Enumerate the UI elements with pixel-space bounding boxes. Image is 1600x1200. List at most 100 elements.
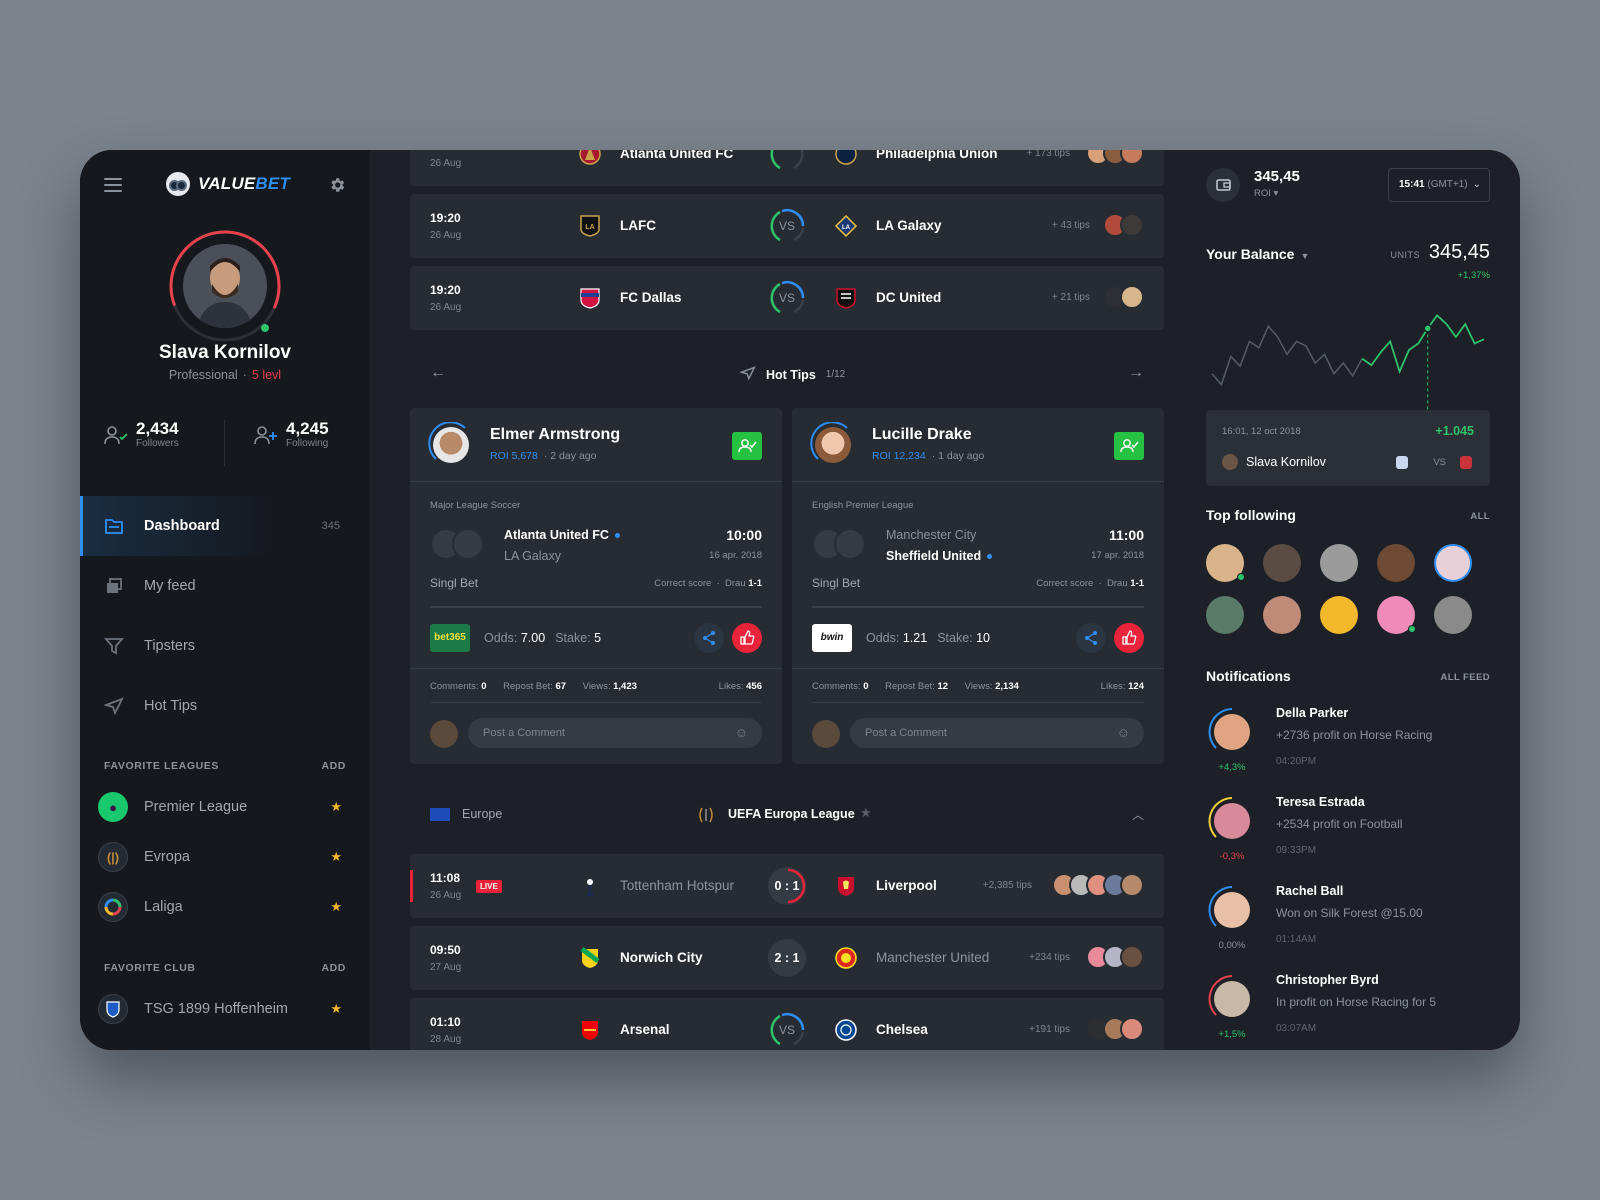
like-button[interactable] <box>732 623 762 653</box>
match-row[interactable]: 26 Aug Atlanta United FC Philadelphia Un… <box>410 150 1164 186</box>
chevron-up-icon[interactable]: ︿ <box>1132 806 1144 823</box>
arrow-left-icon[interactable]: ← <box>430 364 446 382</box>
league-item-laliga[interactable]: Laliga ★ <box>98 890 346 924</box>
star-icon[interactable]: ★ <box>330 849 342 865</box>
share-button[interactable] <box>694 623 724 653</box>
notification-item[interactable]: -0,3% Teresa Estrada +2534 profit on Foo… <box>1206 795 1496 879</box>
emoji-icon[interactable]: ☺ <box>735 718 748 748</box>
home-team: Arsenal <box>620 1022 670 1037</box>
match-row[interactable]: 19:20 26 Aug FC Dallas VS DC United + 21… <box>410 266 1164 330</box>
following-stat[interactable]: 4,245 Following <box>254 420 329 449</box>
online-status-dot <box>261 324 269 332</box>
hot-tips-title: Hot Tips 1/12 <box>739 365 845 384</box>
balance-chart[interactable] <box>1206 290 1490 410</box>
star-icon[interactable]: ★ <box>330 799 342 815</box>
tipster-avatars[interactable] <box>1103 285 1144 309</box>
top-following-all-link[interactable]: ALL <box>1470 511 1490 522</box>
avatar[interactable] <box>1320 596 1358 634</box>
likes: Likes: 124 <box>1101 681 1144 692</box>
club-item-hoffenheim[interactable]: TSG 1899 Hoffenheim ★ <box>98 992 346 1026</box>
eu-flag-icon <box>430 808 450 821</box>
pick-indicator-dot <box>614 533 620 539</box>
tipster-avatars[interactable] <box>1086 1017 1144 1041</box>
avatar[interactable] <box>1434 596 1472 634</box>
followers-stat[interactable]: 2,434 Followers <box>104 420 179 449</box>
following-icon <box>254 425 277 445</box>
balance-dropdown[interactable]: Your Balance ▼ <box>1206 246 1309 262</box>
likes-label: Likes: <box>1100 681 1126 692</box>
comment-input[interactable]: Post a Comment ☺ <box>850 718 1144 748</box>
balance-timestamp: 16:01, 12 oct 2018 <box>1222 426 1301 437</box>
europa-league-icon <box>698 806 714 829</box>
comment-input[interactable]: Post a Comment ☺ <box>468 718 762 748</box>
tipster-avatar[interactable] <box>810 422 856 468</box>
nav-item-tipsters[interactable]: Tipsters <box>80 616 370 676</box>
avatar[interactable] <box>1320 544 1358 582</box>
notification-name: Christopher Byrd <box>1276 973 1379 987</box>
add-club-button[interactable]: ADD <box>321 962 346 974</box>
avatar[interactable] <box>1377 596 1416 634</box>
add-league-button[interactable]: ADD <box>321 760 346 772</box>
match-row[interactable]: 19:20 26 Aug LA LAFC VS LA LA Galaxy + 4… <box>410 194 1164 258</box>
notification-item[interactable]: +1,5% Christopher Byrd In profit on Hors… <box>1206 973 1496 1050</box>
match-crests <box>430 528 484 562</box>
hot-tips-label: Hot Tips <box>766 367 816 382</box>
arrow-right-icon[interactable]: → <box>1128 364 1144 382</box>
chelsea-crest-icon <box>834 1018 858 1042</box>
nav-item-hot-tips[interactable]: Hot Tips <box>80 676 370 736</box>
avatar[interactable] <box>1263 544 1301 582</box>
avatar[interactable] <box>1263 596 1301 634</box>
tips-count: +2,385 tips <box>982 880 1032 891</box>
league-item-evropa[interactable]: (|) Evropa ★ <box>98 840 346 874</box>
avatar[interactable] <box>1206 544 1245 582</box>
gear-icon[interactable] <box>328 176 346 197</box>
avatar[interactable] <box>1206 596 1244 634</box>
emoji-icon[interactable]: ☺ <box>1117 718 1130 748</box>
like-button[interactable] <box>1114 623 1144 653</box>
balance-detail-card[interactable]: 16:01, 12 oct 2018 +1.045 Slava Kornilov… <box>1206 410 1490 486</box>
star-icon[interactable]: ★ <box>330 1001 342 1017</box>
match-row-live[interactable]: 11:08 26 Aug LIVE Tottenham Hotspur 0 : … <box>410 854 1164 918</box>
notification-item[interactable]: 0,00% Rachel Ball Won on Silk Forest @15… <box>1206 884 1496 968</box>
tipster-avatars[interactable] <box>1103 213 1144 237</box>
send-icon <box>103 697 124 716</box>
tipster-avatars[interactable] <box>1086 150 1144 165</box>
nav-item-dashboard[interactable]: Dashboard 345 <box>80 496 370 556</box>
tip-match-time: 11:00 <box>1108 527 1144 543</box>
tipster-name[interactable]: Lucille Drake <box>872 426 972 444</box>
avatar[interactable] <box>1377 544 1415 582</box>
stake-value: 10 <box>976 631 991 645</box>
notification-item[interactable]: +4,3% Della Parker +2736 profit on Horse… <box>1206 706 1496 790</box>
share-button[interactable] <box>1076 623 1106 653</box>
tipster-avatars[interactable] <box>1086 945 1144 969</box>
match-row[interactable]: 01:10 28 Aug Arsenal VS Chelsea +191 tip… <box>410 998 1164 1050</box>
follow-button[interactable] <box>1114 432 1144 460</box>
roi-dropdown[interactable]: ROI ▾ <box>1254 188 1278 199</box>
repost-count: 67 <box>555 681 567 692</box>
timezone-select[interactable]: 15:41 (GMT+1) ⌄ <box>1388 168 1490 202</box>
star-icon[interactable]: ★ <box>330 899 342 915</box>
star-icon[interactable]: ★ <box>860 805 872 821</box>
follow-button[interactable] <box>732 432 762 460</box>
bookmaker-logo[interactable]: bet365 <box>430 624 470 652</box>
liverpool-crest-icon <box>1460 456 1472 469</box>
profile-role-text: Professional <box>168 368 238 382</box>
favorite-club-header: FAVORITE CLUB ADD <box>104 962 346 974</box>
avatar[interactable] <box>1434 544 1472 582</box>
tipster-avatars[interactable] <box>1052 873 1144 897</box>
wallet-icon[interactable] <box>1206 168 1240 202</box>
profile-avatar[interactable] <box>167 228 283 344</box>
notifications-all-feed-link[interactable]: ALL FEED <box>1441 672 1490 683</box>
logo[interactable]: VALUEBET <box>166 172 290 196</box>
nav-item-my-feed[interactable]: My feed <box>80 556 370 616</box>
profile-role: Professional · 5 levl <box>168 368 282 382</box>
bookmaker-logo[interactable]: bwin <box>812 624 852 652</box>
menu-icon[interactable] <box>104 178 122 196</box>
comments-label: Comments: <box>812 681 861 692</box>
tip-card: Lucille Drake ROI 12,234 · 1 day ago Engl… <box>792 408 1164 764</box>
league-section-header[interactable]: Europe UEFA Europa League ★ ︿ <box>410 800 1164 830</box>
match-row[interactable]: 09:50 27 Aug Norwich City 2 : 1 Manchest… <box>410 926 1164 990</box>
tipster-name[interactable]: Elmer Armstrong <box>490 426 620 444</box>
tipster-avatar[interactable] <box>428 422 474 468</box>
league-item-premier-league[interactable]: ● Premier League ★ <box>98 790 346 824</box>
